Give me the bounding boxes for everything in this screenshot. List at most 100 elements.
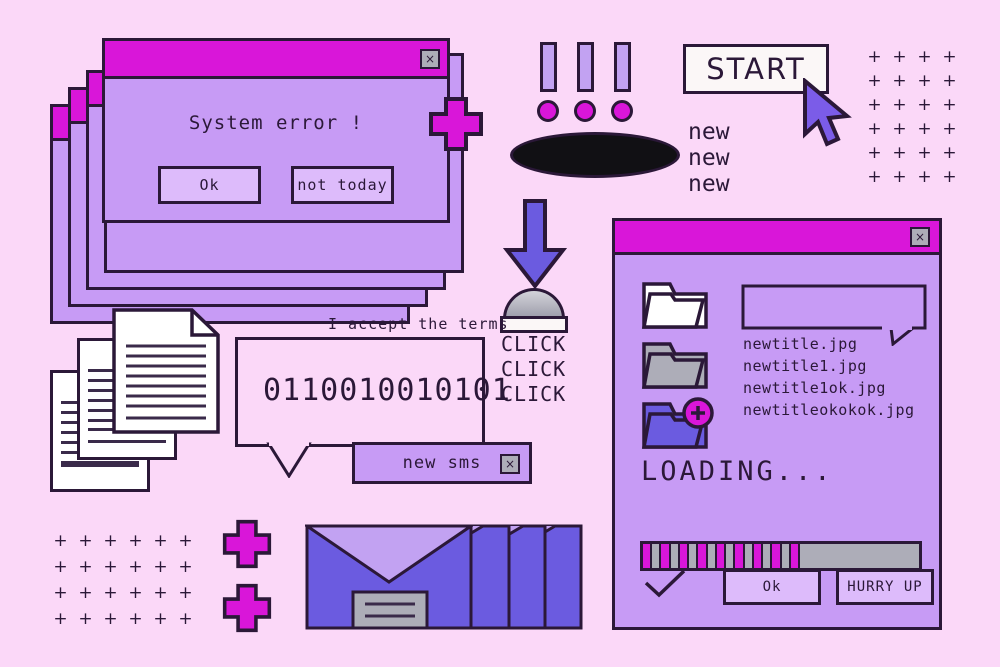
exclamation-mark-3 — [611, 42, 633, 122]
plus-glyph: + — [153, 556, 168, 577]
plus-glyph: + — [178, 556, 193, 577]
folder-white-icon[interactable] — [641, 276, 709, 330]
new-sms-bar[interactable]: new sms × — [352, 442, 532, 484]
file-list-item[interactable]: newtitle1.jpg — [743, 355, 915, 377]
progress-stripe — [670, 544, 680, 568]
progress-stripe — [698, 544, 708, 568]
progress-stripe — [781, 544, 791, 568]
sms-close-icon[interactable]: × — [500, 454, 520, 474]
new-sms-label: new sms — [402, 453, 482, 473]
loading-title-bar: × — [615, 221, 939, 255]
plus-glyph: + — [942, 46, 957, 67]
envelope-main[interactable] — [305, 524, 473, 630]
cross-decoration-icon — [222, 583, 272, 633]
not-today-button[interactable]: not today — [291, 166, 394, 204]
binary-text: 0110010010101 — [263, 373, 511, 408]
accept-terms-label: I accept the terms — [328, 315, 509, 333]
black-ellipse-decoration — [510, 132, 680, 178]
plus-grid-bottom-left: + + + + + + + + + + + + + + + + + + + + + + + + — [48, 528, 198, 632]
plus-grid-top-right: + + + + + + + + + + + + + + + + + + + + + + + + — [862, 45, 962, 189]
folder-purple-add-icon[interactable] — [641, 396, 719, 454]
plus-glyph: + — [128, 608, 143, 629]
ok-button[interactable]: Ok — [158, 166, 261, 204]
exclamation-dot — [537, 100, 559, 122]
bubble-tail — [266, 442, 312, 478]
cross-decoration-icon — [222, 519, 272, 569]
plus-glyph: + — [128, 582, 143, 603]
document-1 — [112, 308, 220, 434]
loading-dialog[interactable]: × newtitle.jpg newtitle1.jpg newtitle1ok… — [612, 218, 942, 630]
plus-glyph: + — [103, 608, 118, 629]
title-bar: × — [105, 41, 447, 79]
folder-gray-icon[interactable] — [641, 336, 709, 390]
plus-glyph: + — [917, 142, 932, 163]
exclamation-mark-1 — [537, 42, 559, 122]
down-arrow-icon — [502, 199, 568, 290]
click-line-1: CLICK — [501, 332, 567, 356]
plus-glyph: + — [867, 142, 882, 163]
exclamation-dot — [611, 100, 633, 122]
file-list-item[interactable]: newtitle.jpg — [743, 333, 915, 355]
progress-stripe — [679, 544, 690, 568]
hurry-up-button[interactable]: HURRY UP — [836, 569, 934, 605]
progress-stripe — [716, 544, 727, 568]
progress-stripe — [652, 544, 662, 568]
progress-stripe — [744, 544, 754, 568]
new-word-1: new — [688, 119, 730, 145]
progress-stripe — [726, 544, 736, 568]
file-list-item[interactable]: newtitleokokok.jpg — [743, 399, 915, 421]
plus-glyph: + — [942, 142, 957, 163]
plus-glyph: + — [128, 530, 143, 551]
plus-glyph: + — [892, 70, 907, 91]
plus-glyph: + — [917, 94, 932, 115]
error-button-row: Ok not today — [105, 166, 447, 204]
plus-glyph: + — [128, 556, 143, 577]
exclamation-marks-group — [537, 42, 633, 122]
plus-glyph: + — [892, 142, 907, 163]
progress-stripe — [753, 544, 764, 568]
mouse-cursor-icon — [803, 78, 852, 147]
envelope-stack — [305, 524, 583, 630]
plus-glyph: + — [153, 582, 168, 603]
exclamation-bar — [540, 42, 557, 92]
checkmark-icon — [644, 569, 686, 598]
plus-glyph: + — [917, 118, 932, 139]
file-list: newtitle.jpg newtitle1.jpg newtitle1ok.j… — [743, 333, 915, 421]
plus-glyph: + — [892, 94, 907, 115]
plus-glyph: + — [78, 582, 93, 603]
cross-decoration-icon — [429, 97, 483, 151]
dome-push-button[interactable] — [503, 288, 565, 319]
system-error-dialog[interactable]: × System error ! Ok not today — [50, 38, 464, 324]
exclamation-mark-2 — [574, 42, 596, 122]
plus-glyph: + — [917, 166, 932, 187]
close-icon[interactable]: × — [420, 48, 440, 69]
plus-glyph: + — [942, 94, 957, 115]
error-message: System error ! — [188, 112, 364, 134]
progress-stripe — [763, 544, 773, 568]
progress-stripe — [790, 544, 800, 568]
file-list-item[interactable]: newtitle1ok.jpg — [743, 377, 915, 399]
plus-glyph: + — [178, 608, 193, 629]
plus-glyph: + — [78, 530, 93, 551]
progress-stripe — [707, 544, 717, 568]
binary-speech-bubble: 0110010010101 — [235, 337, 510, 478]
plus-glyph: + — [103, 556, 118, 577]
plus-glyph: + — [78, 556, 93, 577]
exclamation-bar — [577, 42, 594, 92]
progress-stripe — [772, 544, 782, 568]
plus-glyph: + — [867, 70, 882, 91]
close-icon[interactable]: × — [910, 226, 930, 247]
plus-glyph: + — [78, 608, 93, 629]
plus-glyph: + — [178, 582, 193, 603]
loading-ok-button[interactable]: Ok — [723, 569, 821, 605]
error-window-front[interactable]: × System error ! Ok not today — [102, 38, 450, 223]
progress-stripe — [661, 544, 671, 568]
plus-glyph: + — [53, 582, 68, 603]
plus-glyph: + — [867, 46, 882, 67]
plus-glyph: + — [103, 530, 118, 551]
plus-glyph: + — [892, 118, 907, 139]
new-words-group: new new new — [688, 119, 730, 197]
plus-glyph: + — [867, 94, 882, 115]
plus-glyph: + — [917, 46, 932, 67]
plus-glyph: + — [942, 166, 957, 187]
